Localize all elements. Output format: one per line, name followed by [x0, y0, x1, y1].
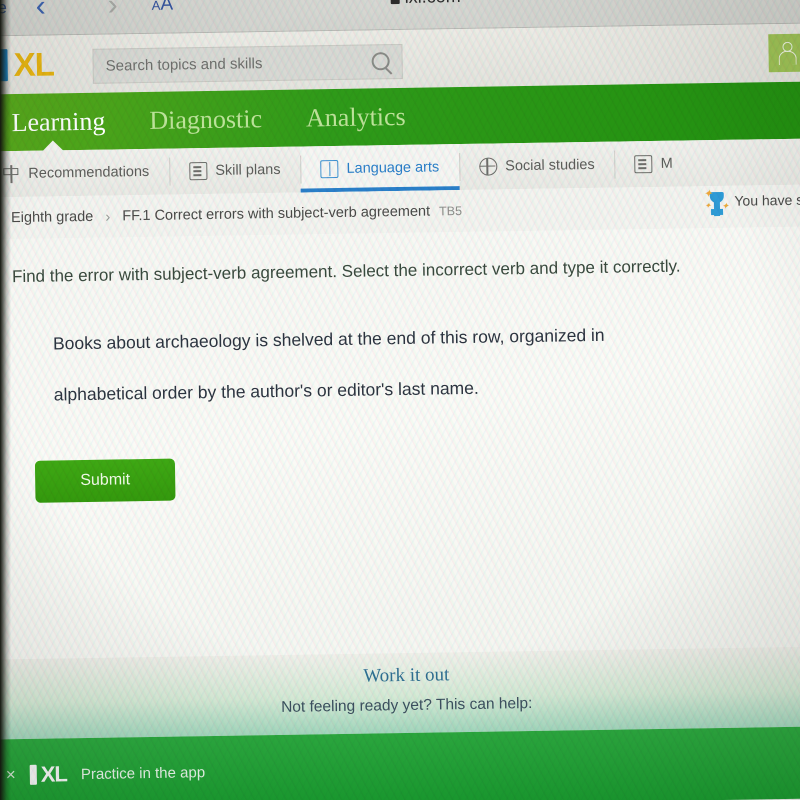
nav-item-diagnostic[interactable]: Diagnostic	[135, 103, 276, 135]
tab-skill-plans-label: Skill plans	[215, 161, 281, 179]
nav-item-learning[interactable]: Learning	[0, 106, 120, 138]
question-sentence-line2[interactable]: alphabetical order by the author's or ed…	[54, 373, 798, 406]
search-icon[interactable]	[371, 52, 390, 71]
url-text: ixl.com	[404, 0, 460, 7]
clipboard-icon	[634, 155, 653, 174]
tab-math[interactable]: M	[614, 140, 693, 187]
trophy-icon: ✦ ✦ ✦	[703, 188, 730, 212]
nav-item-analytics[interactable]: Analytics	[292, 101, 420, 133]
signpost-icon	[2, 165, 20, 183]
tab-skill-plans[interactable]: Skill plans	[169, 147, 301, 195]
breadcrumb-grade[interactable]: Eighth grade	[11, 209, 93, 226]
tab-language-arts-label: Language arts	[346, 159, 440, 177]
address-bar[interactable]: ixl.com	[0, 0, 800, 15]
logo-xl-text: XL	[13, 45, 55, 84]
question-area: Find the error with subject-verb agreeme…	[0, 226, 800, 660]
screen-content: ne ‹ › AA ixl.com XL Search topics and s…	[0, 0, 800, 800]
tab-social-studies[interactable]: Social studies	[459, 142, 615, 190]
book-icon	[320, 159, 339, 179]
person-icon	[778, 42, 794, 64]
question-sentence-line1[interactable]: Books about archaeology is shelved at th…	[53, 322, 797, 355]
screen-photo: ne ‹ › AA ixl.com XL Search topics and s…	[0, 0, 800, 800]
app-promo-banner: × XL Practice in the app	[0, 726, 800, 800]
banner-ixl-logo: XL	[29, 761, 68, 788]
ixl-logo[interactable]: XL	[0, 45, 55, 84]
work-it-out-section: Work it out Not feeling ready yet? This …	[0, 646, 800, 740]
logo-i-bar	[0, 49, 8, 82]
banner-text[interactable]: Practice in the app	[81, 764, 206, 783]
breadcrumb-skill: FF.1 Correct errors with subject-verb ag…	[122, 203, 431, 225]
search-placeholder: Search topics and skills	[105, 55, 263, 75]
skill-code: TB5	[438, 204, 463, 219]
banner-logo-xl-text: XL	[40, 761, 68, 787]
tab-social-studies-label: Social studies	[505, 156, 595, 175]
search-input[interactable]: Search topics and skills	[92, 43, 403, 84]
close-icon[interactable]: ×	[6, 765, 16, 785]
chevron-right-icon: ›	[105, 208, 111, 226]
lock-icon	[391, 0, 400, 4]
tab-language-arts[interactable]: Language arts	[300, 144, 460, 193]
tab-math-label: M	[660, 155, 673, 172]
award-text: You have sta	[734, 191, 800, 209]
clipboard-icon	[189, 162, 208, 181]
globe-icon	[479, 157, 498, 176]
banner-logo-i-bar	[29, 764, 37, 785]
account-button[interactable]	[768, 33, 800, 73]
submit-button[interactable]: Submit	[34, 458, 176, 503]
question-instruction: Find the error with subject-verb agreeme…	[11, 256, 681, 287]
award-notice[interactable]: ✦ ✦ ✦ You have sta	[703, 188, 800, 212]
tab-recommendations[interactable]: Recommendations	[0, 149, 170, 198]
sparkle-icon: ✦	[703, 188, 713, 201]
tab-recommendations-label: Recommendations	[28, 163, 150, 182]
sparkle-icon: ✦	[704, 201, 712, 211]
sparkle-icon: ✦	[721, 200, 730, 211]
